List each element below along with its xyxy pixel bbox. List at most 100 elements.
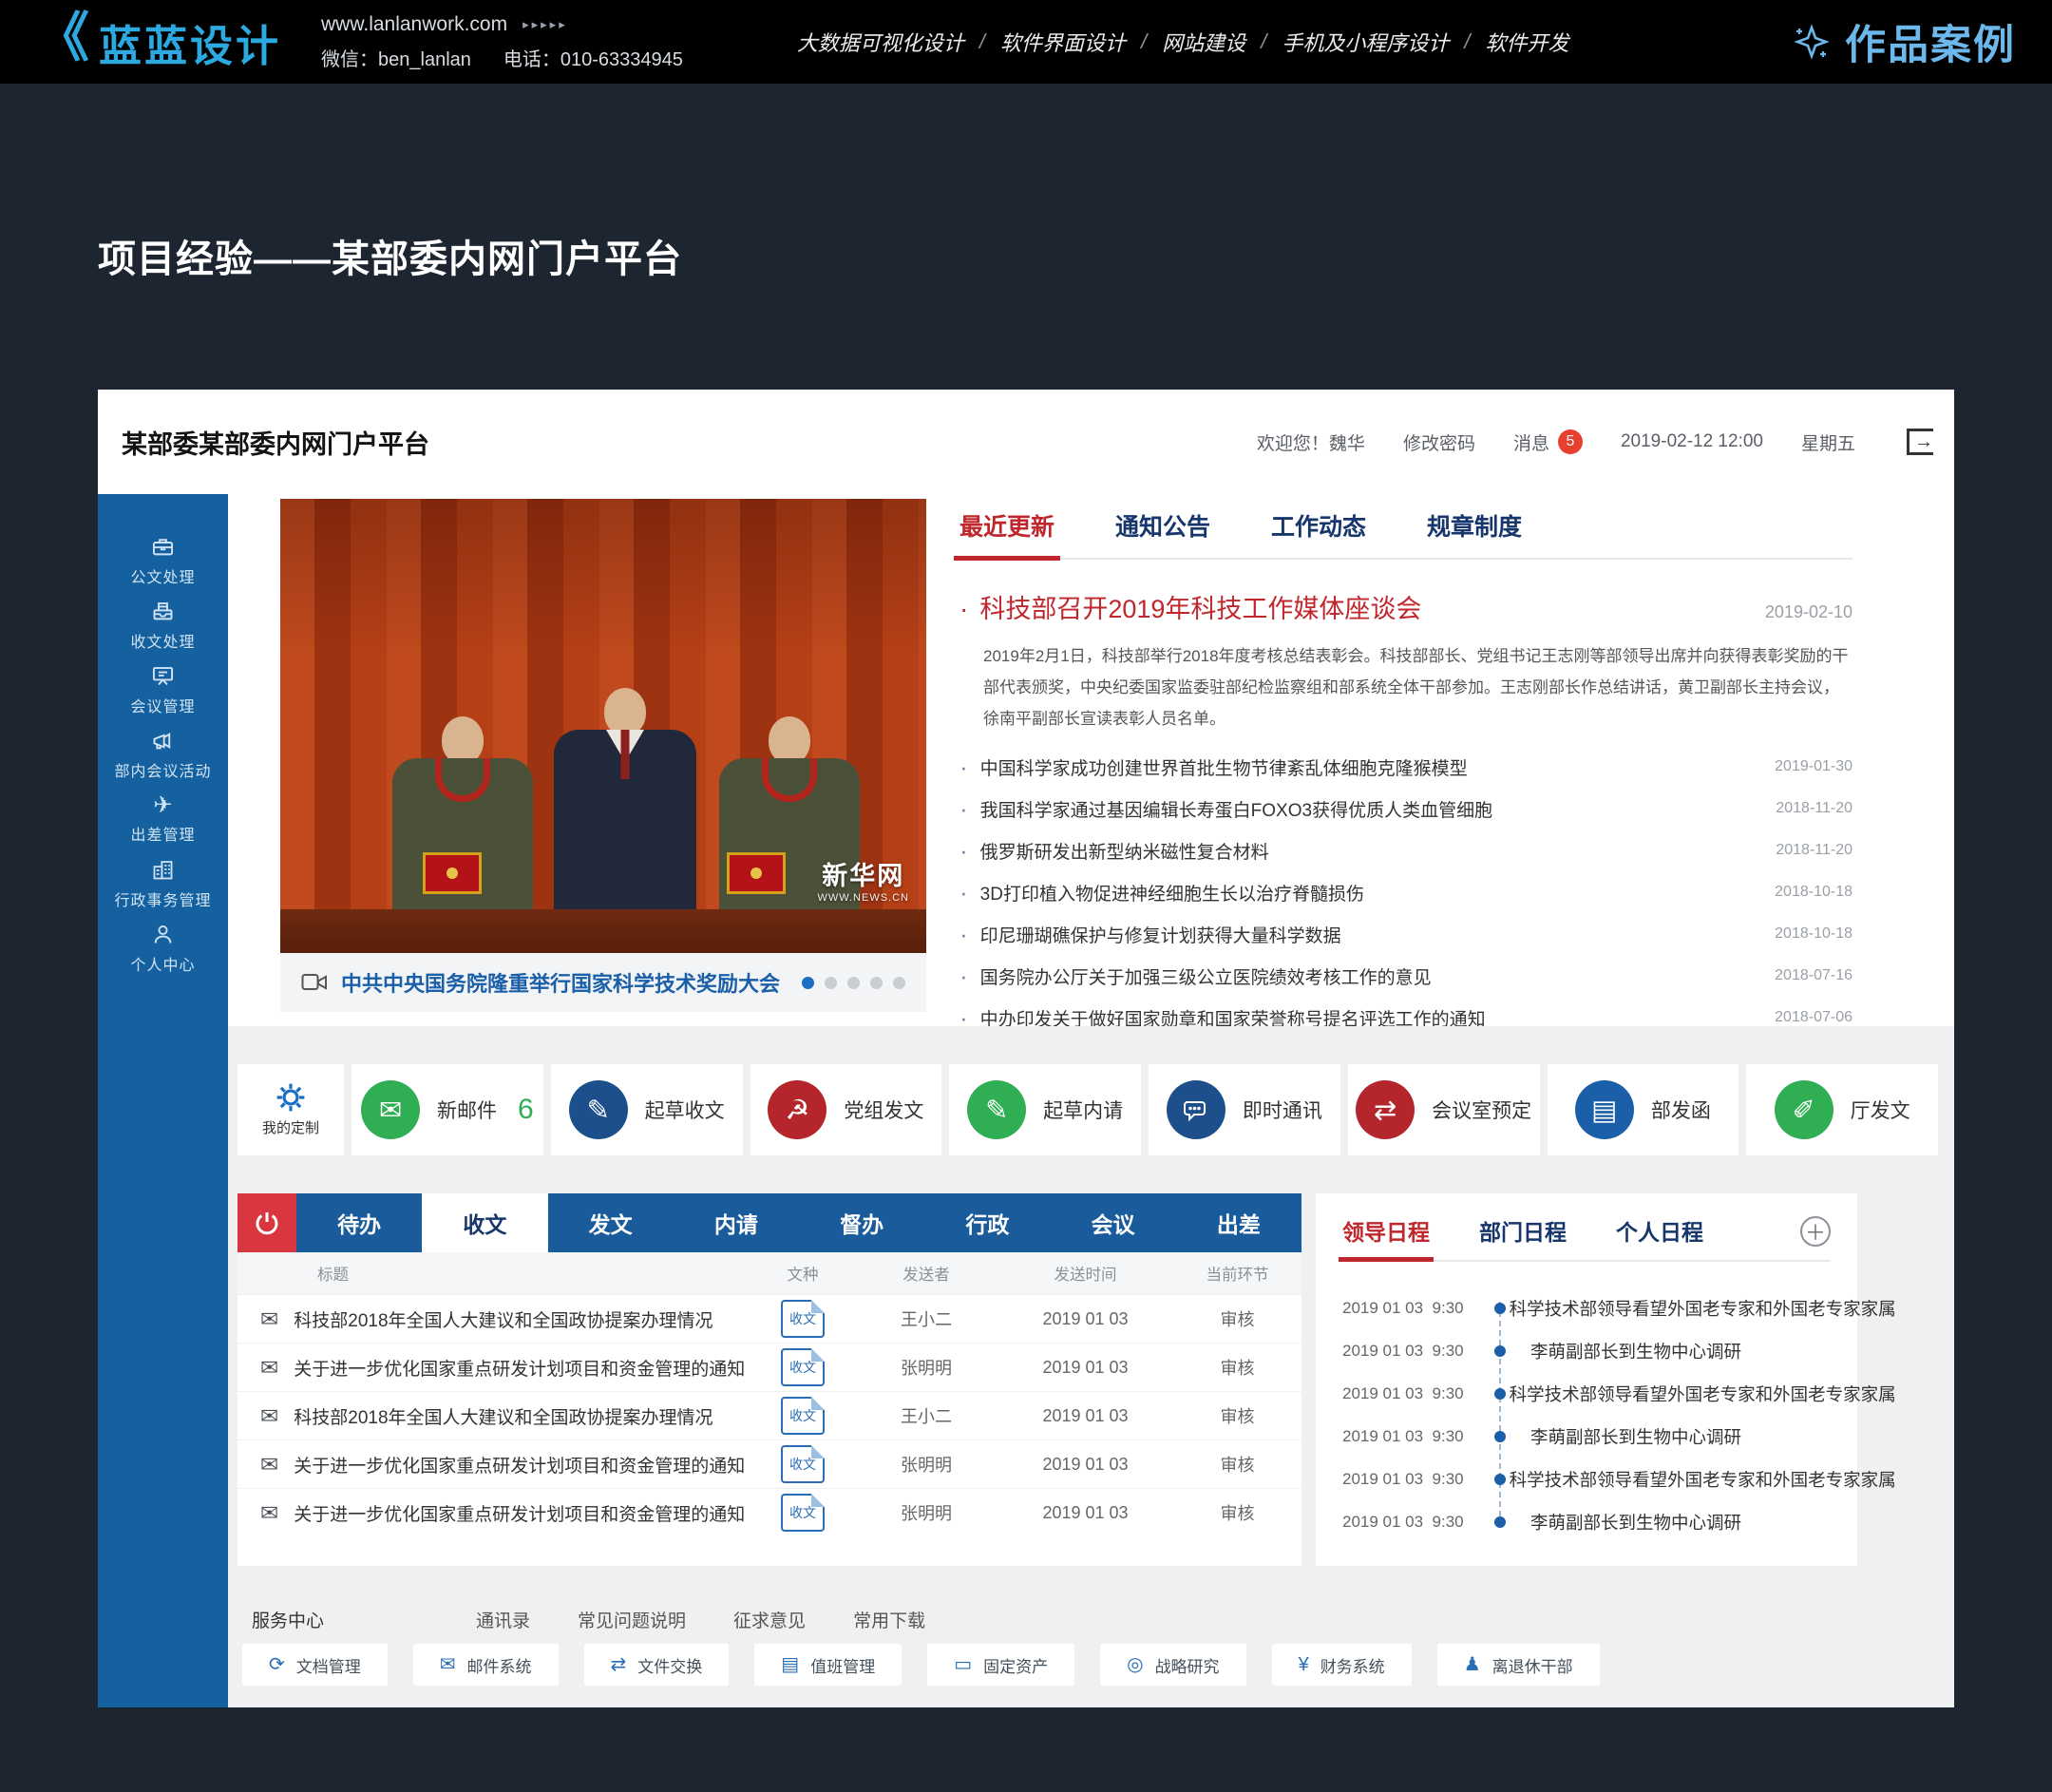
- todo-tab[interactable]: 待办: [296, 1193, 422, 1252]
- pending-icon-box[interactable]: [238, 1193, 296, 1252]
- action-meeting-room[interactable]: ⇄ 会议室预定: [1348, 1064, 1540, 1155]
- carousel-dot[interactable]: [802, 977, 814, 989]
- news-tab[interactable]: 通知公告: [1115, 508, 1210, 558]
- ceremony-photo[interactable]: 新华网 WWW.NEWS.CN: [280, 499, 926, 953]
- page: { "colors": { "brand_blue": "#2BA9E0", "…: [0, 0, 2052, 1792]
- sidebar-item-meeting-management[interactable]: 会议管理: [98, 658, 228, 722]
- action-draft-request[interactable]: ✎ 起草内请: [949, 1064, 1141, 1155]
- sidebar-item-admin-affairs[interactable]: 行政事务管理: [98, 851, 228, 916]
- todo-tab[interactable]: 督办: [799, 1193, 924, 1252]
- table-row[interactable]: ✉ 科技部2018年全国人大建议和全国政协提案办理情况 收文 王小二 2019 …: [238, 1391, 1302, 1439]
- news-list-item[interactable]: · 国务院办公厅关于加强三级公立医院绩效考核工作的意见 2018-07-16: [960, 955, 1852, 997]
- news-list-item[interactable]: · 我国科学家通过基因编辑长寿蛋白FOXO3获得优质人类血管细胞 2018-11…: [960, 788, 1852, 829]
- sidebar-item-document-processing[interactable]: 公文处理: [98, 528, 228, 593]
- schedule-tabs-bar: 领导日程 部门日程 个人日程 ＋: [1342, 1214, 1831, 1262]
- contact-info: www.lanlanwork.com ▸▸▸▸▸ 微信：ben_lanlan 电…: [321, 13, 683, 71]
- app-icon: ⇄: [611, 1655, 627, 1674]
- nav-item[interactable]: 网站建设: [1162, 27, 1245, 57]
- footer-app-button[interactable]: ▭ 固定资产: [927, 1644, 1074, 1686]
- envelope-icon: ✉: [260, 1454, 278, 1476]
- carousel-dot[interactable]: [893, 977, 905, 989]
- sidebar-item-personal-center[interactable]: 个人中心: [98, 916, 228, 981]
- action-ministry-letter[interactable]: ▤ 部发函: [1548, 1064, 1739, 1155]
- news-list-item[interactable]: · 印尼珊瑚礁保护与修复计划获得大量科学数据 2018-10-18: [960, 913, 1852, 955]
- messages-link[interactable]: 消息 5: [1513, 429, 1583, 455]
- action-party-issue[interactable]: ☭ 党组发文: [750, 1064, 942, 1155]
- action-new-mail[interactable]: ✉ 新邮件 6: [352, 1064, 543, 1155]
- headline-title[interactable]: 科技部召开2019年科技工作媒体座谈会: [979, 588, 1421, 625]
- action-office-issue[interactable]: ✐ 厅发文: [1746, 1064, 1938, 1155]
- carousel-dot[interactable]: [825, 977, 837, 989]
- footer-app-button[interactable]: ¥ 财务系统: [1272, 1644, 1412, 1686]
- service-link[interactable]: 通讯录: [476, 1611, 530, 1631]
- todo-tab[interactable]: 行政: [924, 1193, 1050, 1252]
- nav-item[interactable]: 手机及小程序设计: [1282, 27, 1449, 57]
- todo-tab[interactable]: 会议: [1051, 1193, 1176, 1252]
- action-my-customization[interactable]: 我的定制: [238, 1064, 344, 1155]
- website-url[interactable]: www.lanlanwork.com: [321, 13, 507, 36]
- news-list-item[interactable]: · 3D打印植入物促进神经细胞生长以治疗脊髓损伤 2018-10-18: [960, 871, 1852, 913]
- table-row[interactable]: ✉ 关于进一步优化国家重点研发计划项目和资金管理的通知 收文 张明明 2019 …: [238, 1488, 1302, 1536]
- schedule-item[interactable]: 2019 01 03 9:30 科学技术部领导看望外国老专家和外国老专家家属: [1342, 1372, 1831, 1415]
- todo-tab[interactable]: 发文: [548, 1193, 674, 1252]
- schedule-tab[interactable]: 领导日程: [1342, 1214, 1430, 1260]
- nav-item[interactable]: 软件界面设计: [1000, 27, 1126, 57]
- action-draft-receive[interactable]: ✎ 起草收文: [551, 1064, 743, 1155]
- site-logo[interactable]: 《 蓝蓝设计: [36, 11, 281, 73]
- table-row[interactable]: ✉ 关于进一步优化国家重点研发计划项目和资金管理的通知 收文 张明明 2019 …: [238, 1343, 1302, 1391]
- nav-item[interactable]: 软件开发: [1485, 27, 1568, 57]
- news-tab[interactable]: 工作动态: [1271, 508, 1366, 558]
- envelope-icon: ✉: [260, 1308, 278, 1330]
- footer-app-button[interactable]: ⟳ 文档管理: [242, 1644, 388, 1686]
- certificate: [423, 852, 482, 894]
- carousel-caption[interactable]: 中共中央国务院隆重举行国家科学技术奖励大会: [341, 967, 780, 998]
- nav-item[interactable]: 大数据可视化设计: [797, 27, 964, 57]
- main-nav: 大数据可视化设计 / 软件界面设计 / 网站建设 / 手机及小程序设计 / 软件…: [797, 27, 1569, 57]
- schedule-item[interactable]: 2019 01 03 9:30 科学技术部领导看望外国老专家和外国老专家家属: [1342, 1458, 1831, 1500]
- schedule-item[interactable]: 2019 01 03 9:30 李萌副部长到生物中心调研: [1342, 1329, 1831, 1372]
- new-mail-count: 6: [518, 1094, 534, 1126]
- add-schedule-icon[interactable]: ＋: [1800, 1216, 1831, 1247]
- timeline-dot: [1494, 1345, 1506, 1357]
- schedule-item[interactable]: 2019 01 03 9:30 科学技术部领导看望外国老专家和外国老专家家属: [1342, 1287, 1831, 1329]
- footer-app-button[interactable]: ◎ 战略研究: [1100, 1644, 1245, 1686]
- sidebar-item-receive-processing[interactable]: 收文处理: [98, 593, 228, 658]
- news-tab[interactable]: 规章制度: [1427, 508, 1522, 558]
- footer-app-button[interactable]: ▤ 值班管理: [754, 1644, 902, 1686]
- schedule-item[interactable]: 2019 01 03 9:30 李萌副部长到生物中心调研: [1342, 1500, 1831, 1543]
- portfolio-link[interactable]: 作品案例: [1792, 12, 2016, 71]
- carousel-dot[interactable]: [870, 977, 883, 989]
- carousel-dot[interactable]: [847, 977, 860, 989]
- todo-tab[interactable]: 收文: [422, 1193, 547, 1252]
- sidebar-item-internal-meetings[interactable]: 部内会议活动: [98, 722, 228, 787]
- action-instant-messaging[interactable]: 即时通讯: [1149, 1064, 1340, 1155]
- footer-app-button[interactable]: ♟ 离退休干部: [1437, 1644, 1600, 1686]
- sidebar-item-business-trip[interactable]: ✈ 出差管理: [98, 787, 228, 851]
- carousel-caption-bar: 中共中央国务院隆重举行国家科学技术奖励大会: [280, 953, 926, 1012]
- news-list-item[interactable]: · 俄罗斯研发出新型纳米磁性复合材料 2018-11-20: [960, 829, 1852, 871]
- news-tab[interactable]: 最近更新: [960, 508, 1054, 558]
- service-link[interactable]: 征求意见: [733, 1611, 806, 1631]
- bullet: ·: [960, 963, 968, 988]
- service-link[interactable]: 常见问题说明: [578, 1611, 686, 1631]
- todo-table-body: ✉ 科技部2018年全国人大建议和全国政协提案办理情况 收文 王小二 2019 …: [238, 1294, 1302, 1536]
- mail-icon: ✉: [361, 1080, 420, 1139]
- footer-app-button[interactable]: ⇄ 文件交换: [584, 1644, 730, 1686]
- todo-tab[interactable]: 出差: [1176, 1193, 1302, 1252]
- table-row[interactable]: ✉ 科技部2018年全国人大建议和全国政协提案办理情况 收文 王小二 2019 …: [238, 1294, 1302, 1343]
- service-link[interactable]: 常用下载: [853, 1611, 925, 1631]
- footer-app-button[interactable]: ✉ 邮件系统: [413, 1644, 559, 1686]
- portal-title: 某部委某部委内网门户平台: [122, 424, 429, 461]
- doc-type-badge: 收文: [781, 1348, 825, 1386]
- schedule-tab[interactable]: 部门日程: [1479, 1214, 1567, 1260]
- app-icon: ⟳: [269, 1655, 285, 1674]
- table-row[interactable]: ✉ 关于进一步优化国家重点研发计划项目和资金管理的通知 收文 张明明 2019 …: [238, 1439, 1302, 1488]
- news-list-item[interactable]: · 中国科学家成功创建世界首批生物节律紊乱体细胞克隆猴模型 2019-01-30: [960, 746, 1852, 788]
- schedule-item[interactable]: 2019 01 03 9:30 李萌副部长到生物中心调研: [1342, 1415, 1831, 1458]
- schedule-tab[interactable]: 个人日程: [1616, 1214, 1703, 1260]
- dashboard: 我的定制 ✉ 新邮件 6 ✎ 起草收文 ☭ 党组发文: [228, 1026, 1954, 1707]
- logout-icon[interactable]: →: [1907, 429, 1933, 455]
- carousel-dots: [802, 977, 905, 989]
- change-password-link[interactable]: 修改密码: [1403, 429, 1475, 455]
- todo-tab[interactable]: 内请: [674, 1193, 799, 1252]
